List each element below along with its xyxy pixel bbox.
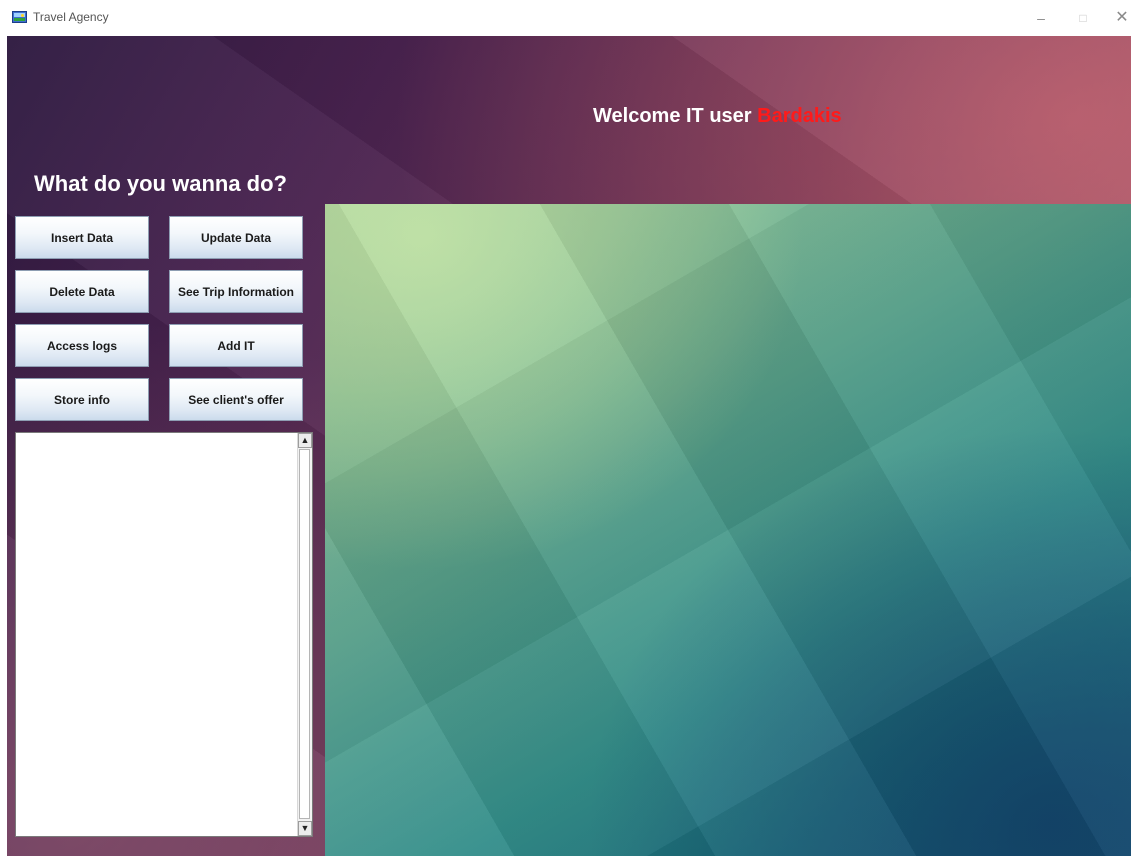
scroll-thumb[interactable]: [299, 449, 310, 819]
minimize-button[interactable]: –: [1026, 6, 1056, 30]
main-window: Welcome IT user Bardakis What do you wan…: [7, 36, 1131, 856]
see-clients-offer-button[interactable]: See client's offer: [169, 378, 303, 421]
menu-prompt: What do you wanna do?: [34, 171, 287, 196]
access-logs-button[interactable]: Access logs: [15, 324, 149, 367]
window-title: Travel Agency: [33, 10, 109, 24]
close-button[interactable]: ✕: [1107, 6, 1131, 30]
app-logo-icon: [12, 11, 27, 23]
see-trip-information-button[interactable]: See Trip Information: [169, 270, 303, 313]
welcome-message: Welcome IT user Bardakis: [593, 105, 842, 128]
title-bar: Travel Agency – □ ✕: [0, 0, 1131, 36]
output-text-area[interactable]: [16, 433, 298, 836]
update-data-button[interactable]: Update Data: [169, 216, 303, 259]
store-info-button[interactable]: Store info: [15, 378, 149, 421]
welcome-text: Welcome IT user: [593, 105, 758, 127]
content-panel: [325, 204, 1131, 856]
scroll-down-icon[interactable]: ▼: [298, 821, 312, 836]
username-label: Bardakis: [757, 105, 842, 127]
vertical-scrollbar[interactable]: ▲ ▼: [297, 433, 312, 836]
insert-data-button[interactable]: Insert Data: [15, 216, 149, 259]
scroll-up-icon[interactable]: ▲: [298, 433, 312, 448]
maximize-button[interactable]: □: [1068, 6, 1098, 30]
add-it-button[interactable]: Add IT: [169, 324, 303, 367]
delete-data-button[interactable]: Delete Data: [15, 270, 149, 313]
output-area: ▲ ▼: [15, 432, 313, 837]
panel-background-pattern: [325, 204, 1131, 856]
